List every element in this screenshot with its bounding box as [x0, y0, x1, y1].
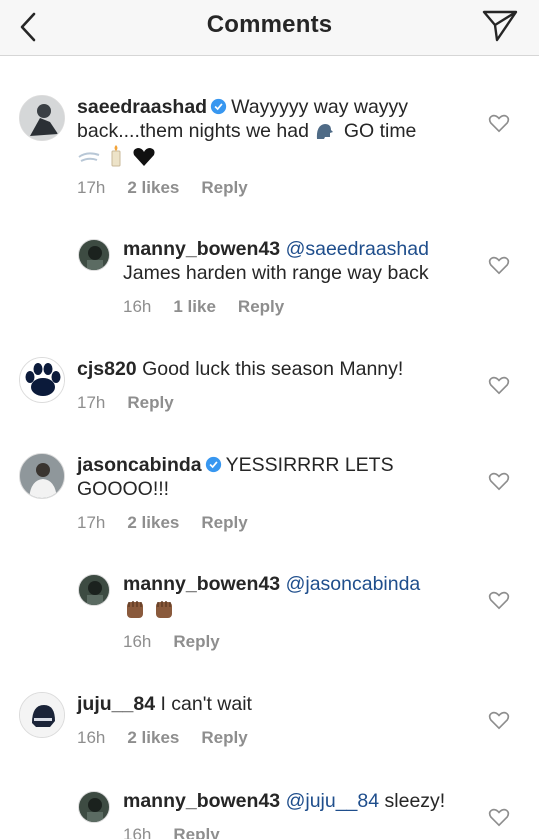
- dash-emoji-icon: [78, 152, 100, 162]
- likes-count[interactable]: 2 likes: [127, 513, 179, 532]
- comment-timestamp: 16h: [123, 297, 152, 316]
- like-heart-icon[interactable]: [488, 807, 510, 827]
- direct-message-button[interactable]: [481, 9, 519, 43]
- comment-timestamp: 16h: [77, 728, 106, 747]
- like-heart-icon[interactable]: [488, 255, 510, 275]
- reply-button[interactable]: Reply: [238, 297, 284, 316]
- comment-username[interactable]: saeedraashad: [77, 96, 207, 118]
- likes-count[interactable]: 1 like: [173, 297, 216, 316]
- comment-username[interactable]: manny_bowen43: [123, 238, 280, 260]
- comment-text-line2: GOOOO!!!: [77, 478, 170, 500]
- avatar[interactable]: [78, 239, 110, 271]
- reply-button[interactable]: Reply: [173, 825, 219, 839]
- comment-timestamp: 17h: [77, 513, 106, 532]
- comment-text: sleezy!: [384, 790, 446, 812]
- like-heart-icon[interactable]: [488, 710, 510, 730]
- avatar[interactable]: [19, 692, 65, 738]
- comment-timestamp: 16h: [123, 825, 152, 839]
- comment-timestamp: 17h: [77, 178, 106, 197]
- top-bar: Comments: [0, 0, 539, 56]
- comment-timestamp: 16h: [123, 632, 152, 651]
- comment-text-line2b: GO time: [343, 120, 417, 142]
- likes-count[interactable]: 2 likes: [127, 728, 179, 747]
- like-heart-icon[interactable]: [488, 590, 510, 610]
- avatar[interactable]: [78, 791, 110, 823]
- raised-fist-emoji-icon: [156, 601, 173, 618]
- verified-badge-icon: [205, 456, 221, 473]
- avatar[interactable]: [19, 453, 65, 499]
- reply-button[interactable]: Reply: [201, 513, 247, 532]
- comment-text: Wayyyyy way wayyy: [231, 96, 409, 118]
- comment-username[interactable]: cjs820: [77, 358, 137, 380]
- comment-text: James harden with range way back: [123, 262, 429, 284]
- speaking-head-emoji-icon: [317, 124, 334, 139]
- send-icon: [482, 10, 518, 42]
- avatar[interactable]: [78, 574, 110, 606]
- like-heart-icon[interactable]: [488, 375, 510, 395]
- comment-timestamp: 17h: [77, 393, 106, 412]
- mention-link[interactable]: @jasoncabinda: [286, 573, 421, 595]
- mention-link[interactable]: @saeedraashad: [286, 238, 429, 260]
- reply-button[interactable]: Reply: [127, 393, 173, 412]
- reply-button[interactable]: Reply: [173, 632, 219, 651]
- avatar[interactable]: [19, 95, 65, 141]
- likes-count[interactable]: 2 likes: [127, 178, 179, 197]
- verified-badge-icon: [210, 98, 227, 115]
- comment-username[interactable]: jasoncabinda: [77, 454, 202, 476]
- reply-button[interactable]: Reply: [201, 728, 247, 747]
- comment-text-line2: back....them nights we had: [77, 120, 309, 142]
- like-heart-icon[interactable]: [488, 471, 510, 491]
- black-heart-emoji-icon: [133, 148, 155, 166]
- comment-text: Good luck this season Manny!: [142, 358, 404, 380]
- page-title: Comments: [206, 11, 333, 38]
- like-heart-icon[interactable]: [488, 113, 510, 133]
- comment-username[interactable]: juju__84: [77, 693, 155, 715]
- reply-button[interactable]: Reply: [201, 178, 247, 197]
- avatar[interactable]: [19, 357, 65, 403]
- mention-link[interactable]: @juju__84: [286, 790, 380, 812]
- comment-username[interactable]: manny_bowen43: [123, 790, 280, 812]
- comment-text: YESSIRRRR LETS: [225, 454, 394, 476]
- comment-username[interactable]: manny_bowen43: [123, 573, 280, 595]
- comment-text: I can't wait: [160, 693, 252, 715]
- candle-emoji-icon: [111, 145, 121, 167]
- raised-fist-emoji-icon: [127, 601, 143, 618]
